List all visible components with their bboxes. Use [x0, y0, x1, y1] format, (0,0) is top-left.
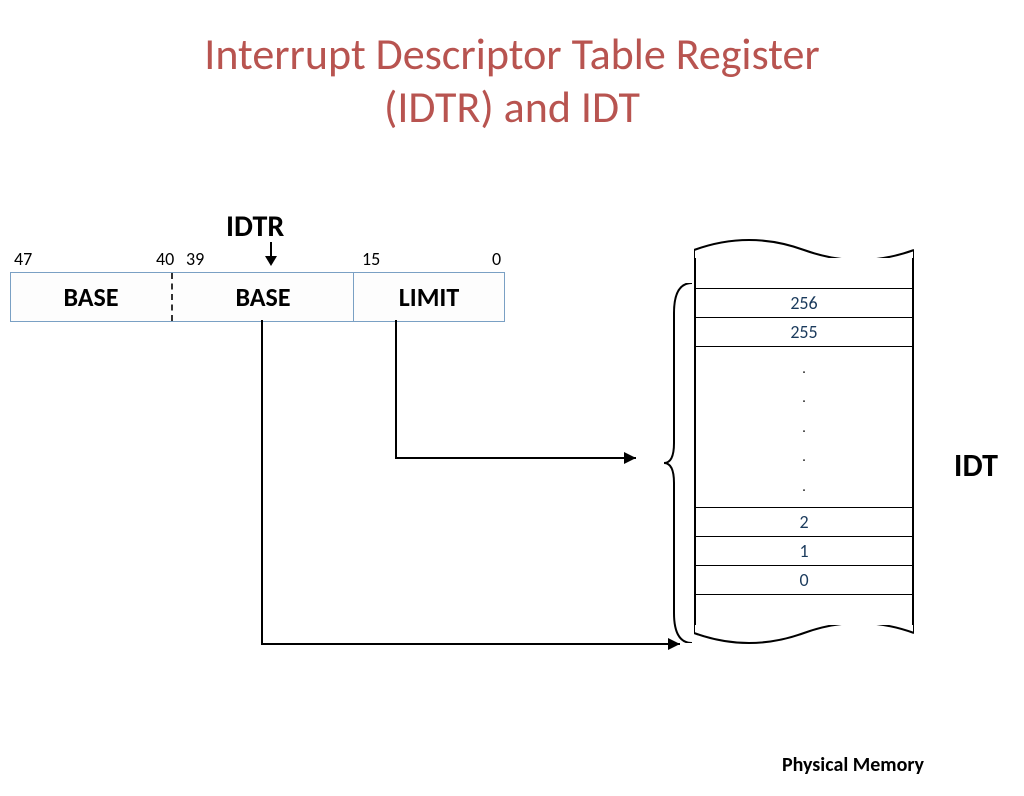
register-limit: LIMIT: [354, 273, 504, 321]
memory-wave-bottom-icon: [694, 625, 914, 655]
bit-label-40: 40: [156, 248, 174, 270]
title-line2: (IDTR) and IDT: [384, 80, 640, 134]
brace-icon: [664, 283, 694, 643]
idt-ellipsis: . . . . .: [696, 346, 912, 507]
idt-memory-column: 256 255 . . . . . 2 1 0: [694, 228, 914, 655]
idt-label: IDT: [954, 446, 998, 485]
page-title: Interrupt Descriptor Table Register (IDT…: [0, 28, 1024, 134]
register-base-high: BASE: [11, 273, 173, 321]
bit-label-0: 0: [492, 248, 501, 270]
idt-entry-1: 1: [696, 536, 912, 565]
idtr-register: BASE BASE LIMIT: [10, 272, 505, 322]
dot-icon: .: [802, 389, 806, 406]
dot-icon: .: [802, 448, 806, 465]
physical-memory-label: Physical Memory: [782, 753, 924, 777]
register-base-low: BASE: [173, 273, 354, 321]
idt-entry-256: 256: [696, 288, 912, 317]
idt-entry-2: 2: [696, 507, 912, 536]
title-line1: Interrupt Descriptor Table Register: [204, 27, 819, 81]
diagram-area: IDTR 47 40 39 15 0 BASE BASE LIMIT 256: [0, 208, 1024, 768]
dot-icon: .: [802, 360, 806, 377]
idtr-arrow-icon: [270, 242, 272, 264]
memory-gap-bottom: [696, 594, 912, 625]
dot-icon: .: [802, 478, 806, 495]
memory-gap-top: [696, 258, 912, 288]
idt-entry-0: 0: [696, 565, 912, 594]
memory-wave-top-icon: [694, 228, 914, 258]
bit-label-47: 47: [14, 248, 32, 270]
idt-entry-255: 255: [696, 317, 912, 346]
idtr-label: IDTR: [226, 208, 284, 245]
memory-body: 256 255 . . . . . 2 1 0: [694, 258, 914, 625]
bit-label-15: 15: [362, 248, 380, 270]
dot-icon: .: [802, 419, 806, 436]
bit-label-39: 39: [186, 248, 204, 270]
